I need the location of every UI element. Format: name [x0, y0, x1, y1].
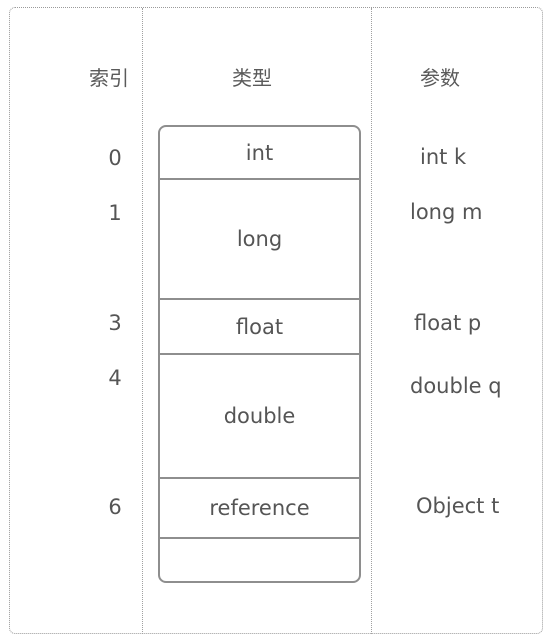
slot-cell-float: float: [160, 300, 359, 355]
slot-param: float p: [414, 311, 482, 335]
slot-param: Object t: [416, 494, 500, 518]
slot-type-label: int: [245, 140, 274, 165]
slot-cell-empty: [160, 539, 359, 583]
slot-index: 3: [108, 311, 122, 335]
header-type: 类型: [232, 66, 272, 90]
slot-type-label: float: [235, 314, 284, 339]
slot-index: 1: [108, 201, 122, 225]
header-index: 索引: [89, 66, 129, 90]
slot-index: 0: [108, 146, 122, 170]
column-divider-type-param: [371, 8, 372, 634]
slot-param: long m: [410, 200, 483, 224]
slot-type-label: reference: [209, 496, 310, 520]
local-variable-table: int long float double reference: [158, 125, 361, 583]
header-param: 参数: [420, 66, 460, 90]
slot-index: 6: [108, 495, 122, 519]
column-divider-index-type: [142, 8, 143, 634]
slot-cell-reference: reference: [160, 479, 359, 539]
slot-cell-double: double: [160, 355, 359, 479]
slot-cell-long: long: [160, 180, 359, 300]
slot-param: double q: [410, 374, 502, 398]
slot-index: 4: [108, 366, 122, 390]
slot-type-label: double: [223, 404, 296, 428]
slot-type-label: long: [236, 227, 283, 251]
slot-param: int k: [420, 145, 467, 169]
slot-cell-int: int: [160, 127, 359, 180]
